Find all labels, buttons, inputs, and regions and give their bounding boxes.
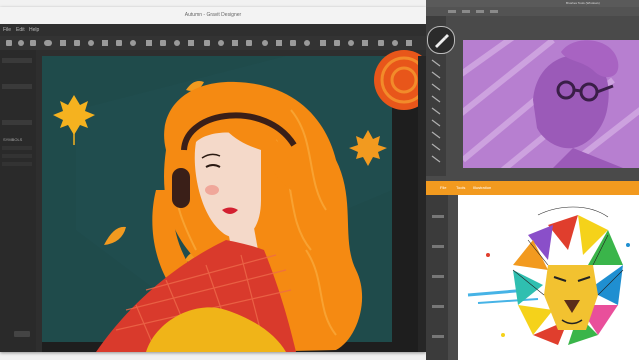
option-icon: [448, 10, 456, 13]
tool-icon: [431, 155, 441, 163]
tool-icon: [130, 40, 136, 46]
colorful-lion-artwork: [458, 195, 639, 360]
menu-help[interactable]: Help: [29, 27, 39, 33]
menu-bar: File Tools Illustration: [426, 181, 639, 195]
properties-panel: [426, 195, 448, 360]
brush-app-window: Brushes Tools (Windows): [426, 0, 639, 184]
tool-icon: [290, 40, 296, 46]
zoom-control[interactable]: [14, 331, 30, 337]
panel-row[interactable]: [2, 120, 32, 125]
title-bar: Autumn - Gravit Designer: [0, 7, 426, 25]
tool-icon: [88, 40, 94, 46]
tool-icon: [6, 40, 12, 46]
tool-icon: [74, 40, 80, 46]
tool-icon: [60, 40, 66, 46]
tool-icon: [44, 40, 52, 46]
purple-portrait-artwork: [463, 40, 639, 168]
tool-icon: [431, 131, 441, 139]
menu-edit[interactable]: Edit: [16, 27, 25, 33]
design-app-window: Autumn - Gravit Designer File Edit Help: [0, 7, 426, 352]
options-bar: [426, 7, 639, 16]
window-title: Brushes Tools (Windows): [566, 1, 600, 5]
option-icon: [476, 10, 484, 13]
tool-icon: [204, 40, 210, 46]
menu-file[interactable]: File: [440, 185, 446, 190]
layers-panel: SYMBOLS: [0, 50, 37, 352]
tools-panel: [426, 16, 455, 184]
artboard-canvas[interactable]: [36, 50, 426, 352]
tool-icon: [334, 40, 340, 46]
tool-icon: [378, 40, 384, 46]
panel-divider: [448, 195, 458, 360]
autumn-girl-illustration: [36, 50, 426, 352]
slider[interactable]: [432, 335, 444, 338]
panel-row[interactable]: [2, 58, 32, 63]
vector-app-window: File Tools Illustration: [426, 181, 639, 360]
tool-icon: [320, 40, 326, 46]
slider[interactable]: [432, 245, 444, 248]
tool-icon: [431, 83, 441, 91]
tool-icon: [392, 40, 398, 46]
tool-icon: [431, 119, 441, 127]
slider[interactable]: [432, 215, 444, 218]
tool-icon: [188, 40, 194, 46]
menu-bar: File Edit Help: [0, 24, 426, 36]
window-title: Autumn - Gravit Designer: [184, 12, 242, 18]
menu-file[interactable]: File: [3, 27, 11, 33]
tool-icon: [160, 40, 166, 46]
tool-icon: [431, 59, 441, 67]
tool-icon: [362, 40, 368, 46]
toolbar: [0, 36, 426, 51]
option-icon: [462, 10, 470, 13]
tool-icon: [431, 71, 441, 79]
menu-tools[interactable]: Tools: [456, 185, 465, 190]
tool-icon: [431, 107, 441, 115]
tool-icon: [116, 40, 122, 46]
tool-icon: [348, 40, 354, 46]
panel-row[interactable]: [2, 154, 32, 158]
tool-icon: [218, 40, 224, 46]
panel-row[interactable]: [2, 146, 32, 150]
brush-tool-button[interactable]: [427, 26, 455, 54]
tool-icon: [146, 40, 152, 46]
option-icon: [490, 10, 498, 13]
tool-icon: [18, 40, 24, 46]
tool-icon: [431, 143, 441, 151]
tool-icon: [406, 40, 412, 46]
tool-icon: [304, 40, 310, 46]
tool-icon: [431, 95, 441, 103]
tool-icon: [262, 40, 268, 46]
slider[interactable]: [432, 305, 444, 308]
tool-icon: [102, 40, 108, 46]
title-bar: Brushes Tools (Windows): [426, 0, 639, 7]
tool-icon: [30, 40, 36, 46]
tool-icon: [276, 40, 282, 46]
tool-icon: [246, 40, 252, 46]
slider[interactable]: [432, 275, 444, 278]
tool-icon: [174, 40, 180, 46]
panel-row[interactable]: [2, 162, 32, 166]
panel-label: SYMBOLS: [3, 137, 23, 142]
menu-illustration[interactable]: Illustration: [473, 185, 491, 190]
tool-icon: [232, 40, 238, 46]
panel-row[interactable]: [2, 84, 32, 89]
brush-icon: [435, 34, 449, 48]
